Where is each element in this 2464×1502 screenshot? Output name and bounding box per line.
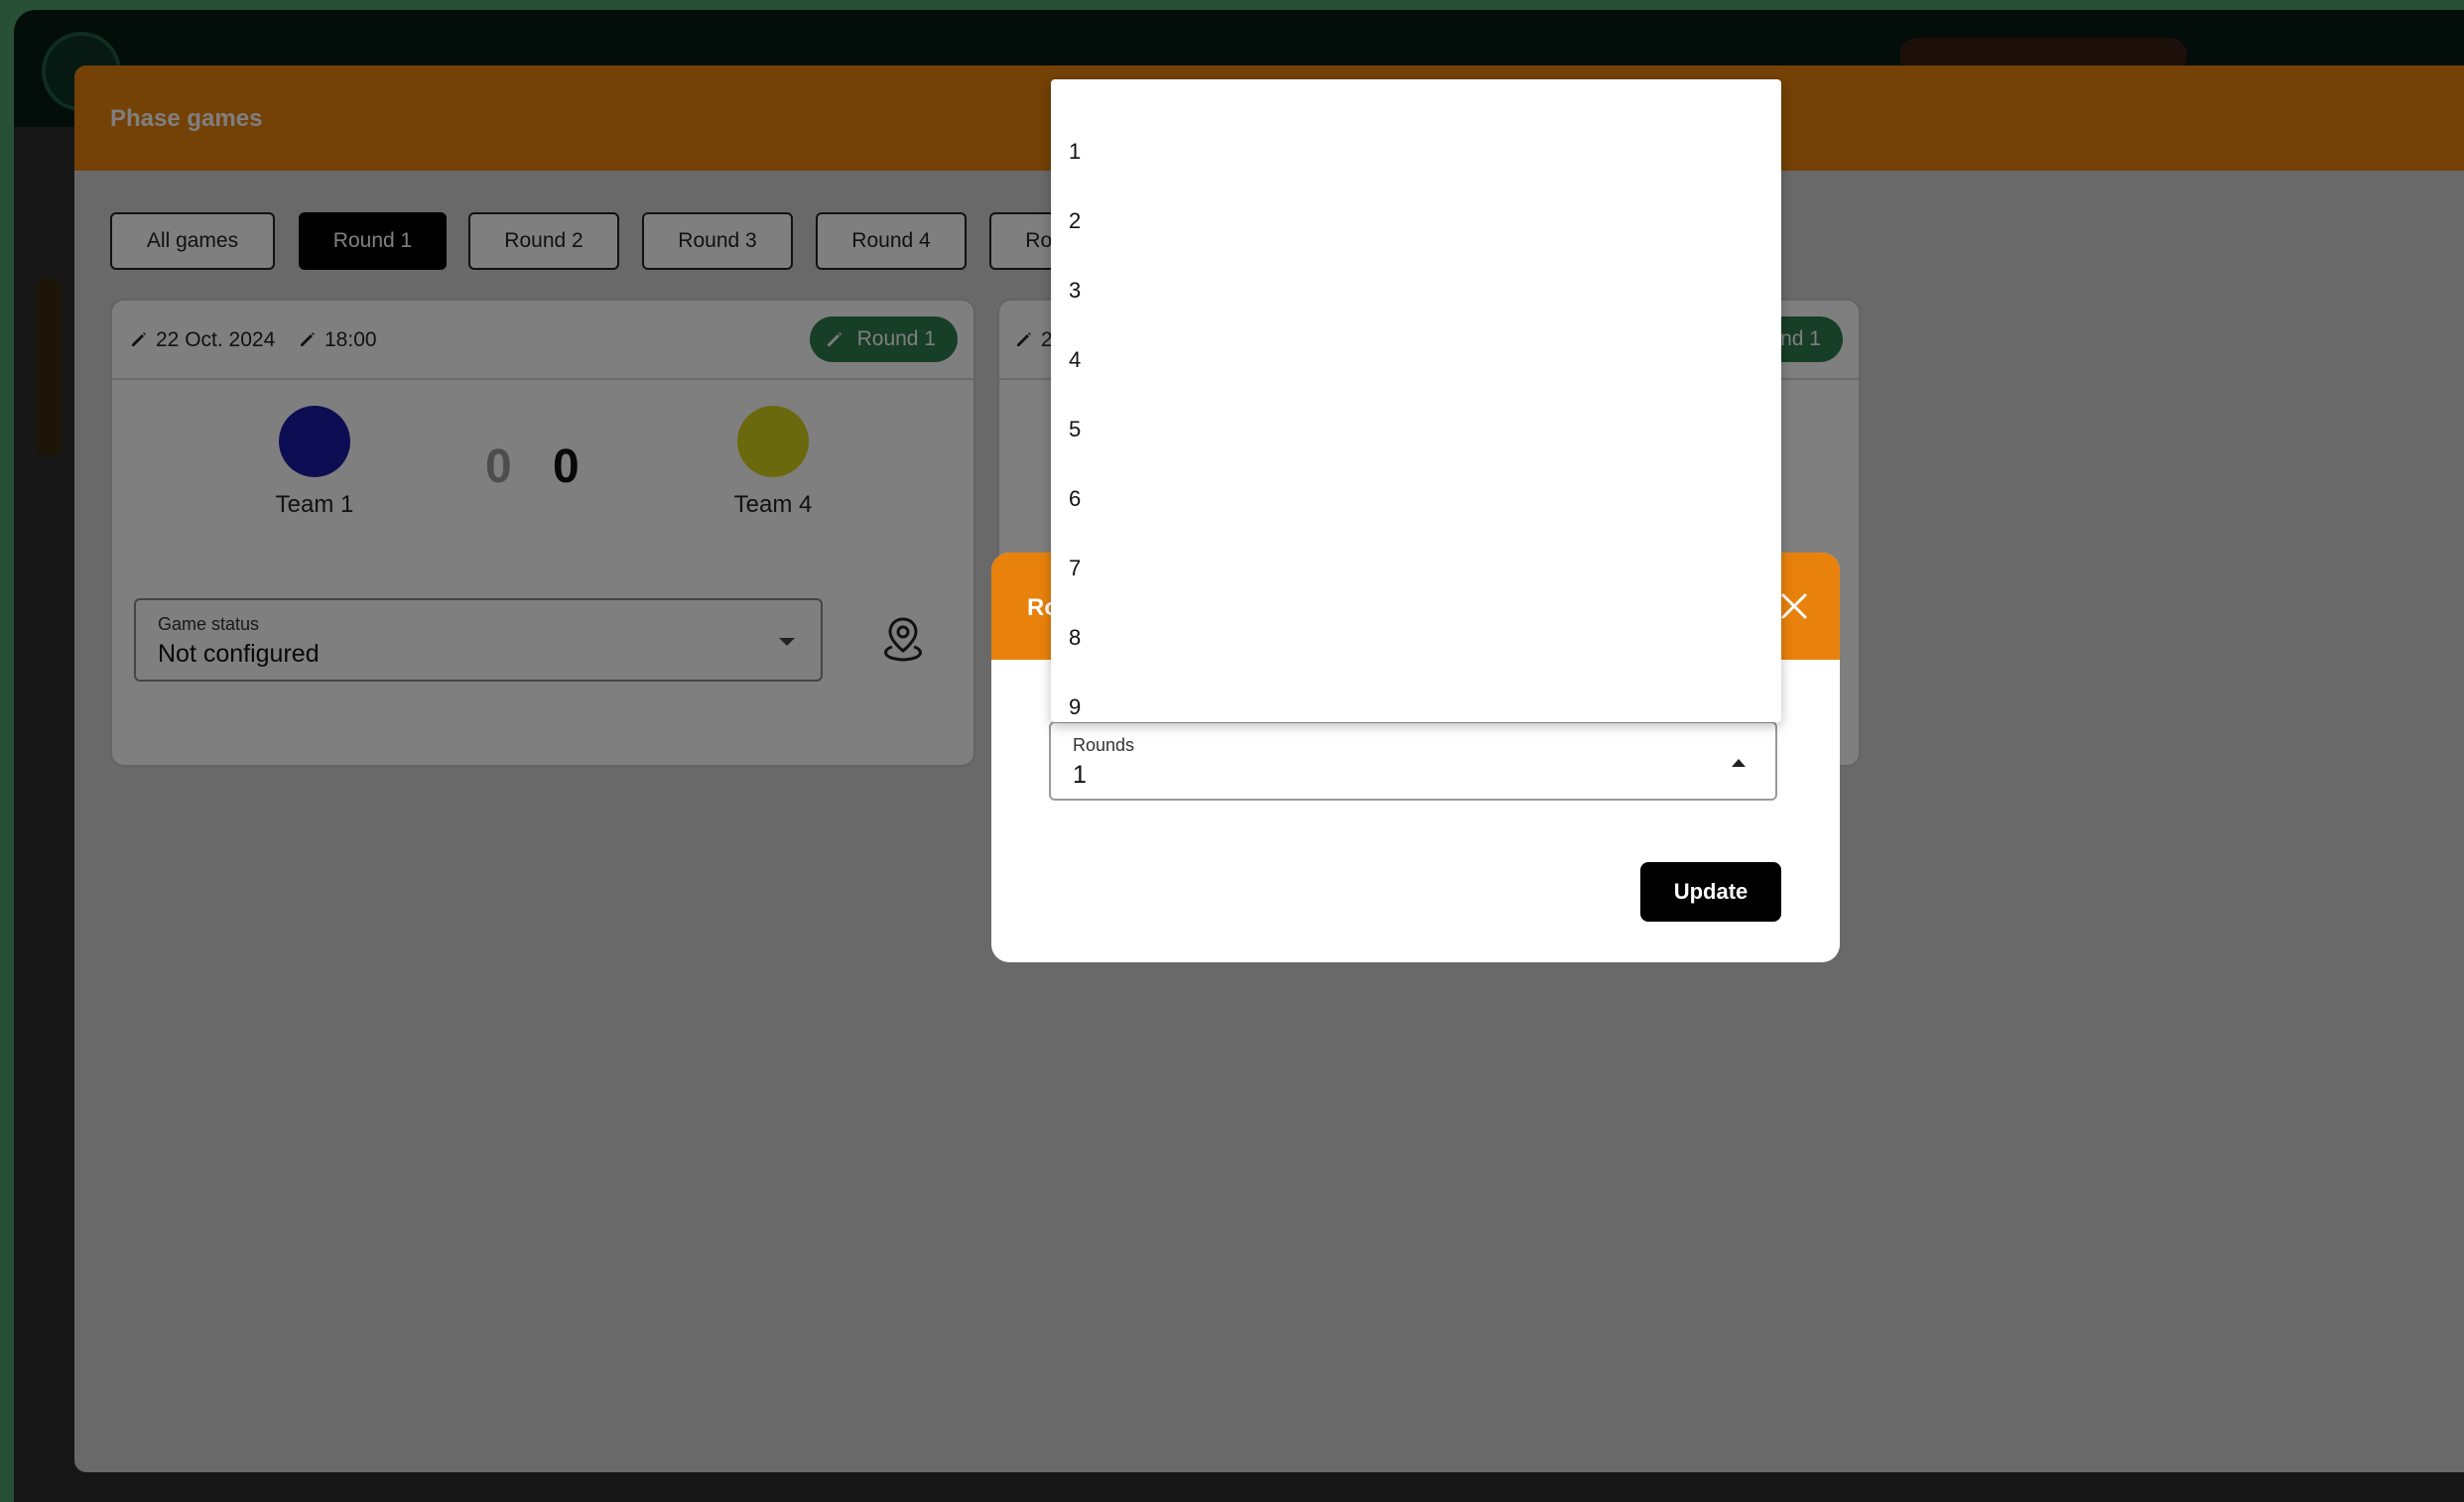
menu-item-2[interactable]: 2 xyxy=(1051,187,1781,256)
menu-item-4[interactable]: 4 xyxy=(1051,325,1781,395)
menu-item-7[interactable]: 7 xyxy=(1051,534,1781,603)
chevron-up-icon xyxy=(1732,759,1746,767)
menu-item-9[interactable]: 9 xyxy=(1051,673,1781,722)
rounds-value: 1 xyxy=(1073,761,1087,789)
menu-item-8[interactable]: 8 xyxy=(1051,603,1781,673)
menu-item-6[interactable]: 6 xyxy=(1051,464,1781,534)
menu-item-1[interactable]: 1 xyxy=(1051,117,1781,187)
rounds-label: Rounds xyxy=(1073,735,1135,755)
close-icon[interactable] xyxy=(1778,590,1810,622)
update-button[interactable]: Update xyxy=(1640,862,1781,922)
menu-item-3[interactable]: 3 xyxy=(1051,256,1781,325)
rounds-select[interactable]: Rounds 1 xyxy=(1049,721,1777,801)
menu-item-5[interactable]: 5 xyxy=(1051,395,1781,464)
rounds-dropdown-menu: 1 2 3 4 5 6 7 8 9 xyxy=(1051,79,1781,722)
